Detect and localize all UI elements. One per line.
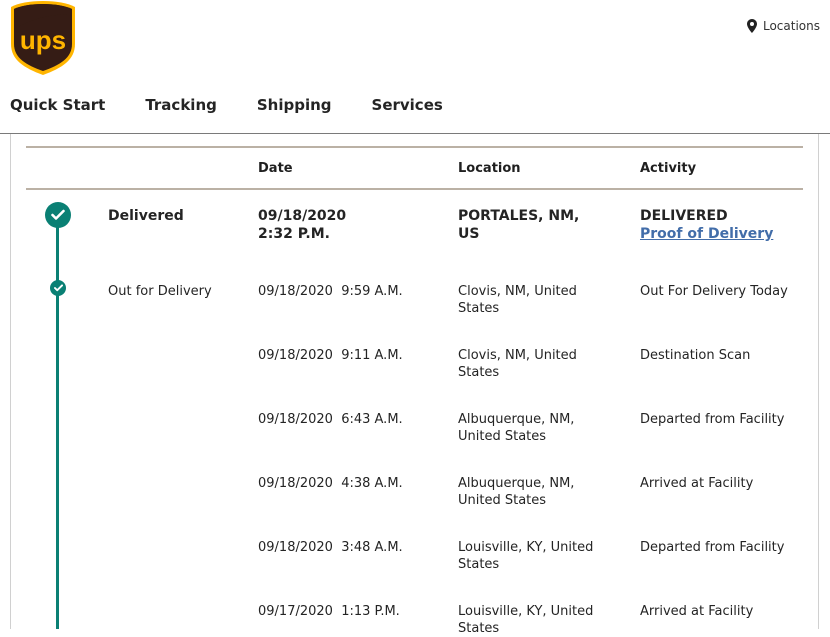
row-datetime: 09/18/2020 9:11 A.M. [258,347,403,364]
nav-shipping[interactable]: Shipping [257,96,332,114]
row-activity: Destination Scan [640,347,750,364]
row-activity-line1: Arrived at Facility [640,476,754,491]
row-activity: Departed from Facility [640,411,784,428]
row-location: Louisville, KY, United States [458,603,593,637]
row-datetime: 09/18/2020 4:38 A.M. [258,475,403,492]
delivered-date: 09/18/2020 2:32 P.M. [258,207,346,243]
row-datetime-line1: 09/17/2020 1:13 P.M. [258,604,400,619]
svg-text:ups: ups [20,25,66,55]
row-location: Albuquerque, NM, United States [458,411,574,445]
row-datetime: 09/17/2020 1:13 P.M. [258,603,400,620]
table-top-rule [26,146,803,148]
row-activity: Arrived at Facility [640,603,753,620]
delivered-activity-text: DELIVERED [640,208,728,224]
map-pin-icon [746,19,757,33]
nav-services[interactable]: Services [372,96,443,114]
header-date: Date [258,161,293,176]
row-location-line1: Louisville, KY, United [458,604,594,619]
status-delivered: Delivered [108,208,184,224]
row-location-line1: Albuquerque, NM, [458,476,575,491]
row-datetime-line1: 09/18/2020 4:38 A.M. [258,476,403,491]
row-datetime: 09/18/2020 3:48 A.M. [258,539,403,556]
header-location: Location [458,161,521,176]
locations-label: Locations [762,19,820,33]
row-datetime-line1: 09/18/2020 9:59 A.M. [258,284,403,299]
row-status: Out for Delivery [108,283,212,300]
ups-logo[interactable]: ups [10,0,76,76]
row-datetime-line1: 09/18/2020 6:43 A.M. [258,412,403,427]
table-header-rule [26,188,803,190]
locations-link[interactable]: Locations [746,19,820,33]
row-location-line1: Louisville, KY, United [458,540,594,555]
delivered-activity: DELIVERED Proof of Delivery [640,207,773,243]
delivered-date-value: 09/18/2020 [258,208,347,224]
row-activity: Arrived at Facility [640,475,753,492]
row-location-line2: United States [458,429,547,444]
row-status-line1: Out for Delivery [108,284,212,299]
row-activity-line1: Out For Delivery Today [640,284,788,299]
row-location: Clovis, NM, United States [458,283,577,317]
row-activity-line1: Departed from Facility [640,540,785,555]
row-activity-line1: Departed from Facility [640,412,785,427]
row-location-line2: States [458,301,500,316]
panel-border-right [818,134,819,629]
row-activity: Departed from Facility [640,539,784,556]
row-location: Albuquerque, NM, United States [458,475,574,509]
main-nav: Quick Start Tracking Shipping Services [10,96,483,114]
row-datetime-line1: 09/18/2020 3:48 A.M. [258,540,403,555]
row-datetime-line1: 09/18/2020 9:11 A.M. [258,348,403,363]
row-activity-line1: Arrived at Facility [640,604,754,619]
delivered-location: PORTALES, NM, US [458,207,579,243]
header-activity: Activity [640,161,697,176]
nav-divider [0,133,830,134]
delivered-check-icon [45,202,71,228]
row-location-line1: Clovis, NM, United [458,284,577,299]
row-activity: Out For Delivery Today [640,283,788,300]
row-location-line2: United States [458,493,547,508]
row-activity-line1: Destination Scan [640,348,751,363]
row-location: Louisville, KY, United States [458,539,593,573]
row-location: Clovis, NM, United States [458,347,577,381]
delivered-time-value: 2:32 P.M. [258,226,330,242]
row-location-line2: States [458,557,500,572]
delivered-location-line2: US [458,226,480,242]
nav-tracking[interactable]: Tracking [145,96,217,114]
proof-of-delivery-link[interactable]: Proof of Delivery [640,225,773,243]
out-for-delivery-check-icon [50,280,66,296]
nav-quick-start[interactable]: Quick Start [10,96,105,114]
row-location-line2: States [458,365,500,380]
row-datetime: 09/18/2020 6:43 A.M. [258,411,403,428]
row-location-line1: Albuquerque, NM, [458,412,575,427]
row-datetime: 09/18/2020 9:59 A.M. [258,283,403,300]
delivered-location-line1: PORTALES, NM, [458,208,580,224]
row-location-line1: Clovis, NM, United [458,348,577,363]
panel-border-left [10,134,11,629]
